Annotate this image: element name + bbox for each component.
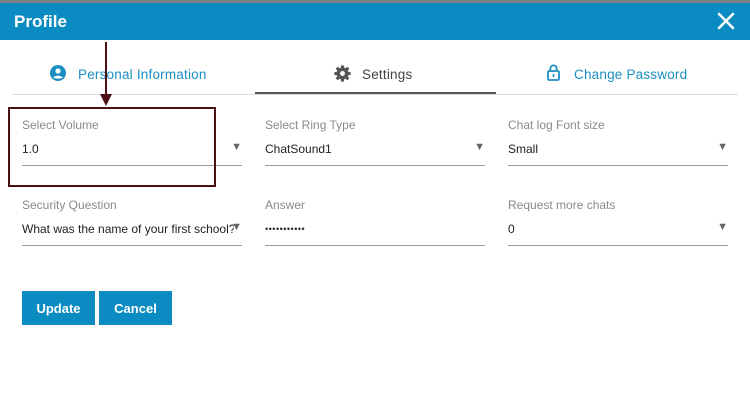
dialog-title: Profile [14,12,67,31]
font-size-value: Small [508,142,539,156]
chevron-down-icon[interactable]: ▼ [717,221,728,233]
more-chats-label: Request more chats [508,198,616,212]
field-underline [265,165,485,166]
field-underline [265,245,485,246]
answer-label: Answer [265,198,306,212]
tab-personal-information[interactable]: Personal Information [12,58,255,94]
update-button[interactable]: Update [22,291,95,325]
lock-icon [547,64,560,81]
ring-type-value: ChatSound1 [265,142,332,156]
security-question-label: Security Question [22,198,117,212]
chevron-down-icon[interactable]: ▼ [474,141,485,153]
chevron-down-icon[interactable]: ▼ [231,141,242,153]
field-underline [508,245,728,246]
select-volume-label: Select Volume [22,118,99,132]
font-size-label: Chat log Font size [508,118,605,132]
field-underline [508,165,728,166]
chevron-down-icon[interactable]: ▼ [717,141,728,153]
title-bar: Profile [0,3,750,40]
chevron-down-icon[interactable]: ▼ [231,221,242,233]
tab-settings[interactable]: Settings [255,58,496,94]
tab-change-password[interactable]: Change Password [496,58,738,94]
answer-value: ••••••••••• [265,224,306,234]
tabs-divider [12,94,738,95]
gear-icon [334,65,351,82]
close-icon[interactable] [714,9,738,33]
cancel-button[interactable]: Cancel [99,291,172,325]
security-question-value: What was the name of your first school? [22,222,234,236]
tab-settings-label: Settings [362,67,413,82]
user-circle-icon [50,65,66,81]
tab-personal-label: Personal Information [78,67,207,82]
more-chats-value: 0 [508,222,515,236]
select-volume-value: 1.0 [22,142,39,156]
ring-type-label: Select Ring Type [265,118,356,132]
field-underline [22,165,242,166]
field-underline [22,245,242,246]
tab-password-label: Change Password [574,67,688,82]
